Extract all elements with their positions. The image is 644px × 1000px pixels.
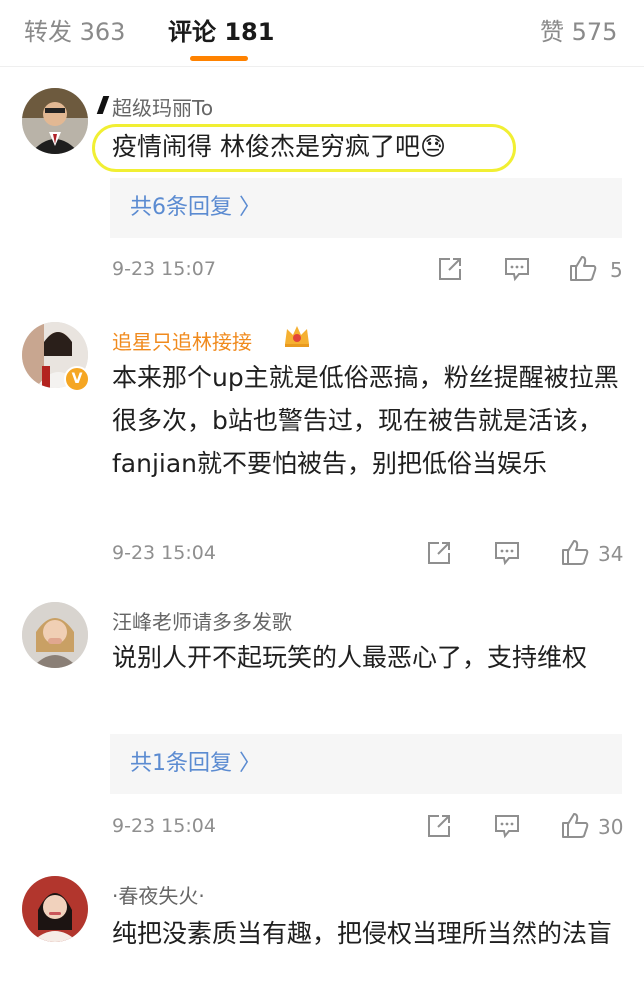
like-count: 30	[598, 815, 624, 839]
share-icon[interactable]	[426, 540, 452, 566]
comment-author[interactable]: 超级玛丽To	[112, 92, 213, 121]
thumbs-up-icon[interactable]	[568, 254, 598, 282]
comment-text: 本来那个up主就是低俗恶搞，粉丝提醒被拉黑很多次，b站也警告过，现在被告就是活该…	[112, 363, 619, 478]
comment-text: 说别人开不起玩笑的人最恶心了，支持维权	[112, 643, 588, 672]
comment-timestamp: 9-23 15:07	[112, 258, 216, 280]
avatar-image	[22, 602, 88, 668]
avatar-image	[22, 88, 88, 154]
like-count: 34	[598, 542, 624, 566]
tab-bar: 转发 363 评论 181 赞 575	[0, 0, 644, 67]
comment-text: 纯把没素质当有趣，把侵权当理所当然的法盲	[112, 919, 613, 948]
tab-reposts[interactable]: 转发 363	[24, 12, 125, 47]
avatar[interactable]	[22, 876, 88, 942]
view-replies-button[interactable]: 共1条回复 〉	[110, 734, 622, 794]
avatar[interactable]	[22, 602, 88, 668]
comment-timestamp: 9-23 15:04	[112, 815, 216, 837]
thumbs-up-icon[interactable]	[560, 811, 590, 839]
crown-icon	[282, 320, 312, 350]
comment-author[interactable]: 追星只追林接接	[112, 326, 252, 355]
comment-author[interactable]: 汪峰老师请多多发歌	[112, 606, 292, 635]
thumbs-up-icon[interactable]	[560, 538, 590, 566]
comment-text: 疫情闹得 林俊杰是穷疯了吧😓	[112, 132, 447, 161]
share-icon[interactable]	[437, 256, 463, 282]
comment-icon[interactable]	[503, 256, 531, 282]
view-replies-button[interactable]: 共6条回复 〉	[110, 178, 622, 238]
like-count: 5	[610, 258, 623, 282]
avatar-image	[22, 876, 88, 942]
comment-author[interactable]: ·春夜失火·	[112, 880, 205, 909]
handwritten-mark	[96, 96, 110, 114]
share-icon[interactable]	[426, 813, 452, 839]
comment-icon[interactable]	[493, 813, 521, 839]
tab-likes[interactable]: 赞 575	[540, 12, 617, 47]
verified-badge-icon: V	[64, 366, 90, 392]
avatar[interactable]	[22, 88, 88, 154]
comment-icon[interactable]	[493, 540, 521, 566]
active-tab-indicator	[190, 56, 248, 61]
comment-timestamp: 9-23 15:04	[112, 542, 216, 564]
tab-comments[interactable]: 评论 181	[168, 12, 274, 47]
